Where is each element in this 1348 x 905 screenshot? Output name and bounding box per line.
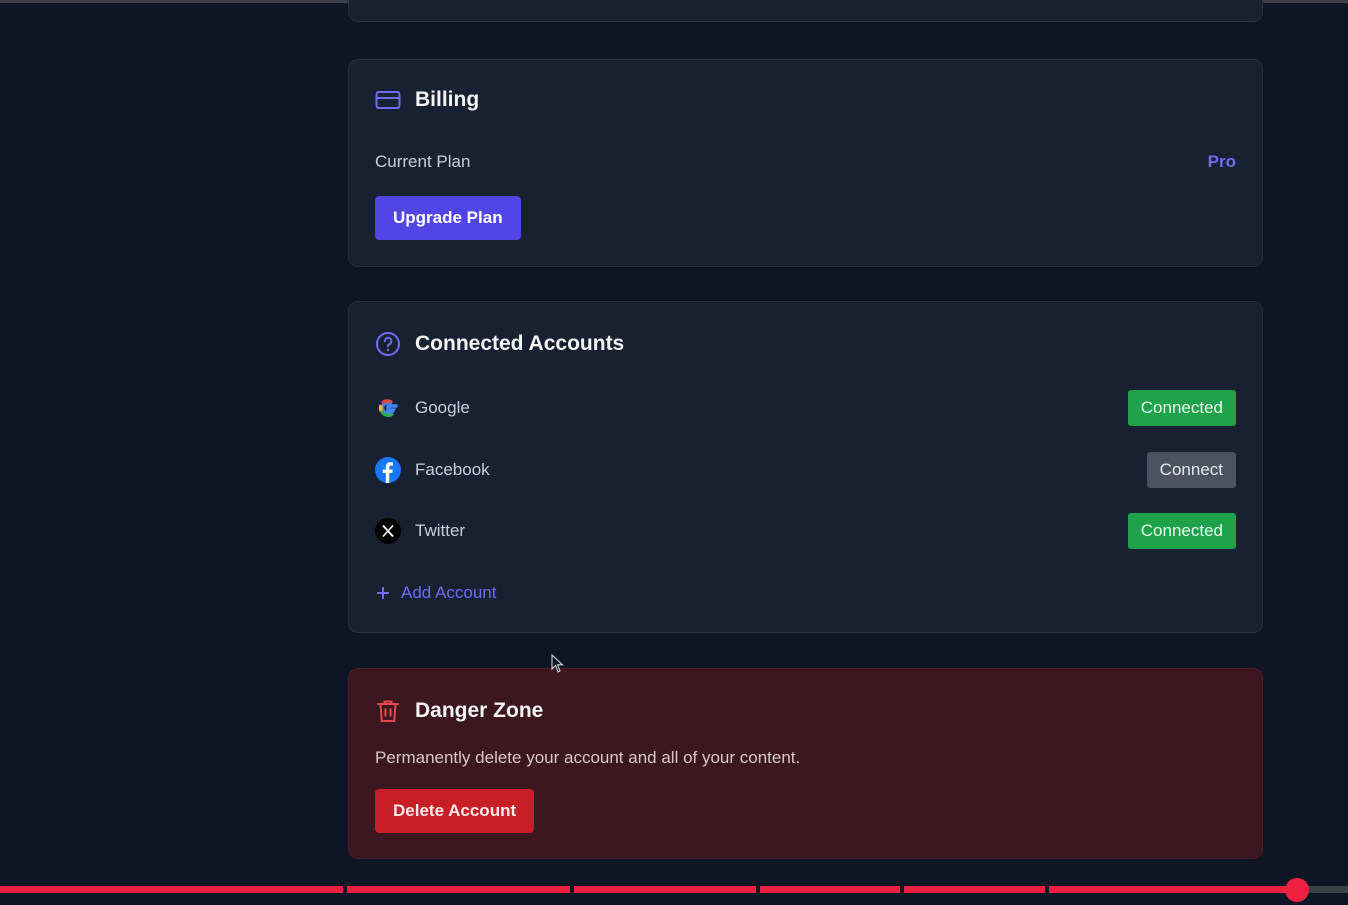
current-plan-label: Current Plan <box>375 152 471 171</box>
account-name-google: Google <box>415 398 470 417</box>
settings-page: Billing Current Plan Pro Upgrade Plan Co… <box>0 0 1348 905</box>
chapter-marker <box>569 886 574 893</box>
chapter-marker <box>1045 886 1050 893</box>
connected-accounts-header: Connected Accounts <box>375 331 624 357</box>
add-account-label: Add Account <box>401 583 497 602</box>
twitter-connected-button[interactable]: Connected <box>1127 513 1236 549</box>
billing-title: Billing <box>415 88 480 111</box>
previous-settings-card <box>348 0 1263 22</box>
question-circle-icon <box>375 331 401 357</box>
chapter-marker <box>899 886 904 893</box>
account-name-twitter: Twitter <box>415 521 466 540</box>
video-scrubber-handle[interactable] <box>1284 878 1309 902</box>
chapter-marker <box>755 886 760 893</box>
google-connected-button[interactable]: Connected <box>1127 390 1236 426</box>
mouse-cursor-icon <box>551 653 565 679</box>
chapter-marker <box>343 886 348 893</box>
delete-account-button[interactable]: Delete Account <box>375 789 535 833</box>
danger-zone-header: Danger Zone <box>375 698 543 724</box>
x-twitter-icon <box>375 518 401 544</box>
danger-zone-card: Danger Zone Permanently delete your acco… <box>348 668 1263 859</box>
connected-accounts-card: Connected Accounts Google Connected Face… <box>348 301 1263 633</box>
credit-card-icon <box>375 89 401 111</box>
account-row-google: Google Connected <box>375 390 1236 426</box>
billing-header: Billing <box>375 88 479 112</box>
video-progress-fill <box>0 886 1297 893</box>
add-account-link[interactable]: Add Account <box>375 583 496 603</box>
plus-icon <box>375 585 391 601</box>
billing-card: Billing Current Plan Pro Upgrade Plan <box>348 59 1263 267</box>
facebook-connect-button[interactable]: Connect <box>1146 452 1236 488</box>
account-name-facebook: Facebook <box>415 460 490 479</box>
connected-accounts-title: Connected Accounts <box>415 332 625 355</box>
google-icon <box>375 395 401 421</box>
danger-zone-title: Danger Zone <box>415 699 544 722</box>
upgrade-plan-button[interactable]: Upgrade Plan <box>375 196 521 240</box>
danger-zone-description: Permanently delete your account and all … <box>375 748 801 767</box>
trash-icon <box>375 698 401 724</box>
account-row-facebook: Facebook Connect <box>375 452 1236 488</box>
current-plan-value: Pro <box>1207 152 1236 171</box>
facebook-icon <box>375 457 401 483</box>
account-row-twitter: Twitter Connected <box>375 513 1236 549</box>
